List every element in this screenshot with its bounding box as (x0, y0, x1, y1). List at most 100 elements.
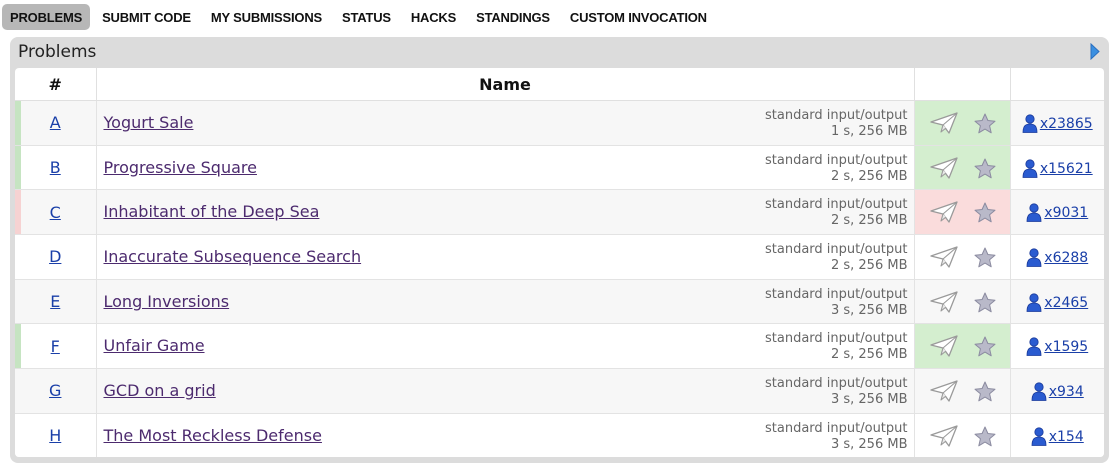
problems-panel: Problems # Name A Yogurt Sale standard inp… (10, 37, 1109, 463)
problem-index-link[interactable]: B (50, 158, 61, 177)
problem-name-link[interactable]: GCD on a grid (104, 381, 216, 400)
time-memory-limits: 3 s, 256 MB (830, 302, 908, 318)
paper-plane-icon[interactable] (929, 334, 959, 358)
panel-title: Problems (18, 42, 97, 62)
problem-name-link[interactable]: Inaccurate Subsequence Search (104, 247, 362, 266)
top-navigation: PROBLEMS SUBMIT CODE MY SUBMISSIONS STAT… (2, 4, 717, 30)
solved-count-link[interactable]: x1595 (1044, 339, 1088, 355)
status-bar (15, 190, 21, 235)
problem-index-link[interactable]: D (49, 247, 61, 266)
solved-count-cell: x15621 (1010, 145, 1104, 191)
solved-count-link[interactable]: x2465 (1044, 295, 1088, 311)
problem-name-cell: Unfair Game standard input/output 2 s, 256… (96, 323, 915, 370)
problem-name-cell: Yogurt Sale standard input/output 1 s, 256… (96, 100, 915, 146)
nav-status[interactable]: STATUS (332, 4, 401, 30)
io-type: standard input/output (765, 152, 908, 168)
status-bar (15, 414, 21, 457)
solved-count-link[interactable]: x6288 (1044, 250, 1088, 266)
problem-index-link[interactable]: F (51, 337, 60, 356)
problem-name-link[interactable]: Long Inversions (104, 292, 230, 311)
problem-index-cell: A (15, 100, 97, 146)
table-row: B Progressive Square standard input/output… (15, 145, 1104, 191)
problem-actions-cell (914, 145, 1011, 191)
header-index: # (15, 68, 97, 101)
problems-table-wrapper: # Name A Yogurt Sale standard input/output… (15, 68, 1104, 457)
time-memory-limits: 2 s, 256 MB (830, 258, 908, 274)
solved-count-cell: x1595 (1010, 323, 1104, 370)
paper-plane-icon[interactable] (929, 379, 959, 403)
problem-limits: standard input/output 2 s, 256 MB (765, 197, 908, 229)
problem-index-link[interactable]: H (49, 426, 61, 445)
problem-name-cell: Progressive Square standard input/output 2… (96, 145, 915, 191)
star-icon[interactable] (974, 158, 996, 179)
problem-limits: standard input/output 2 s, 256 MB (765, 331, 908, 363)
star-icon[interactable] (974, 426, 996, 447)
problem-name-link[interactable]: Inhabitant of the Deep Sea (104, 202, 320, 221)
problem-limits: standard input/output 1 s, 256 MB (765, 108, 908, 140)
solved-count-link[interactable]: x934 (1049, 384, 1084, 400)
star-icon[interactable] (974, 381, 996, 402)
solved-count-cell: x6288 (1010, 234, 1104, 280)
problem-index-link[interactable]: A (50, 113, 61, 132)
nav-custom-invocation[interactable]: CUSTOM INVOCATION (560, 4, 717, 30)
time-memory-limits: 2 s, 256 MB (830, 168, 908, 184)
paper-plane-icon[interactable] (929, 200, 959, 224)
nav-submit-code[interactable]: SUBMIT CODE (92, 4, 201, 30)
table-row: E Long Inversions standard input/output 3 s… (15, 279, 1104, 325)
problem-name-link[interactable]: Yogurt Sale (104, 113, 194, 132)
time-memory-limits: 3 s, 256 MB (830, 436, 908, 452)
status-bar (15, 101, 21, 145)
star-icon[interactable] (974, 247, 996, 268)
paper-plane-icon[interactable] (929, 245, 959, 269)
solved-count-cell: x154 (1010, 413, 1104, 457)
user-icon (1022, 158, 1038, 178)
paper-plane-icon[interactable] (929, 290, 959, 314)
user-icon (1026, 337, 1042, 357)
problem-name-link[interactable]: Progressive Square (104, 158, 257, 177)
problem-actions-cell (914, 234, 1011, 280)
problem-index-link[interactable]: G (49, 381, 61, 400)
table-row: D Inaccurate Subsequence Search standard i… (15, 234, 1104, 280)
paper-plane-icon[interactable] (929, 156, 959, 180)
right-triangle-icon[interactable] (1090, 43, 1100, 60)
nav-hacks[interactable]: HACKS (401, 4, 466, 30)
nav-problems[interactable]: PROBLEMS (2, 4, 91, 30)
io-type: standard input/output (765, 331, 908, 347)
io-type: standard input/output (765, 197, 908, 213)
solved-count-cell: x23865 (1010, 100, 1104, 146)
solved-count-link[interactable]: x15621 (1040, 161, 1093, 177)
paper-plane-icon[interactable] (929, 424, 959, 448)
problem-name-cell: Inaccurate Subsequence Search standard in… (96, 234, 915, 280)
problem-index-link[interactable]: E (50, 292, 60, 311)
solved-count-link[interactable]: x23865 (1040, 116, 1093, 132)
table-row: C Inhabitant of the Deep Sea standard inpu… (15, 189, 1104, 236)
solved-count-link[interactable]: x154 (1049, 429, 1084, 445)
io-type: standard input/output (765, 420, 908, 436)
solved-count-link[interactable]: x9031 (1044, 205, 1088, 221)
status-bar (15, 324, 21, 369)
star-icon[interactable] (974, 113, 996, 134)
io-type: standard input/output (765, 108, 908, 123)
nav-my-submissions[interactable]: MY SUBMISSIONS (201, 4, 332, 30)
star-icon[interactable] (974, 292, 996, 313)
problem-index-cell: B (15, 145, 97, 191)
solved-count-cell: x9031 (1010, 189, 1104, 236)
problem-actions-cell (914, 100, 1011, 146)
header-name: Name (96, 68, 915, 101)
star-icon[interactable] (974, 202, 996, 223)
status-bar (15, 145, 21, 190)
paper-plane-icon[interactable] (929, 111, 959, 135)
star-icon[interactable] (974, 336, 996, 357)
nav-standings[interactable]: STANDINGS (466, 4, 560, 30)
user-icon (1031, 382, 1047, 401)
problem-limits: standard input/output 2 s, 256 MB (765, 153, 908, 185)
problem-name-cell: Inhabitant of the Deep Sea standard input… (96, 189, 915, 236)
header-actions (914, 68, 1011, 101)
problem-limits: standard input/output 3 s, 256 MB (765, 376, 908, 408)
problem-name-link[interactable]: The Most Reckless Defense (104, 426, 322, 445)
user-icon (1026, 292, 1042, 312)
problem-index-cell: G (15, 368, 97, 414)
problem-actions-cell (914, 413, 1011, 457)
problem-name-link[interactable]: Unfair Game (104, 336, 205, 355)
problem-index-link[interactable]: C (50, 203, 61, 222)
